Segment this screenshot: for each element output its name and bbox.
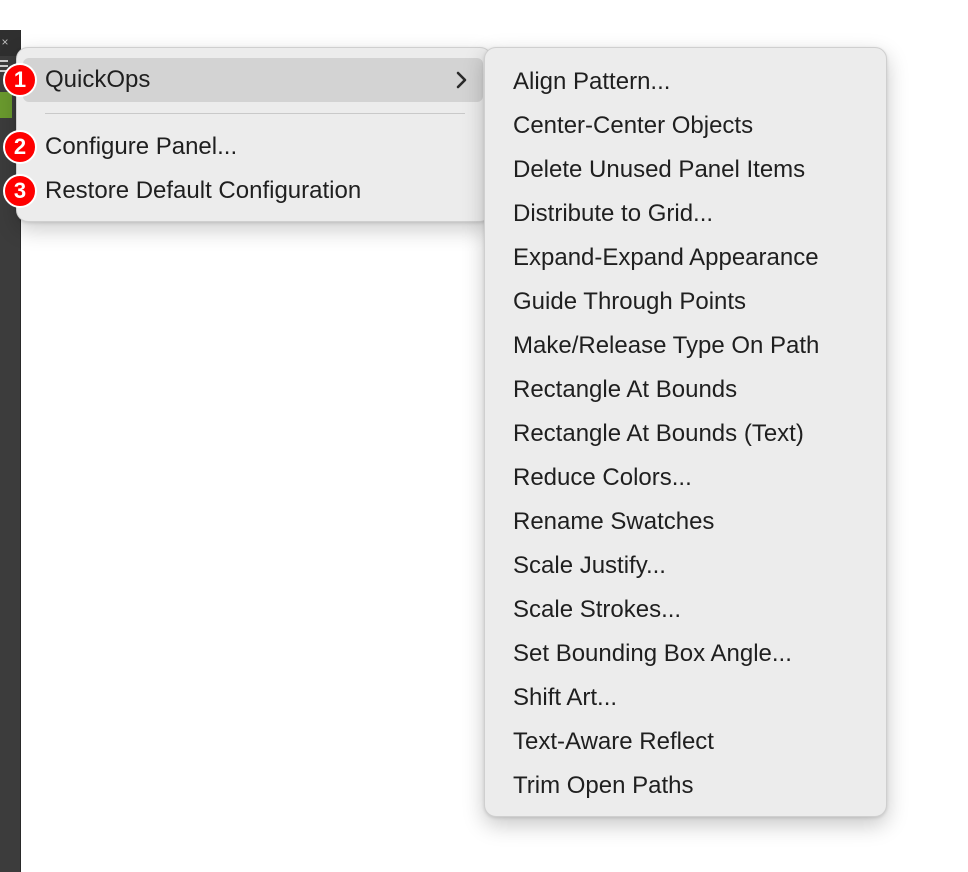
chevron-right-icon	[456, 71, 467, 89]
submenu-item-scale-strokes[interactable]: Scale Strokes...	[485, 588, 886, 632]
screen: × QuickOps Configure Panel... Restore De…	[0, 0, 968, 872]
menu-item-label: Configure Panel...	[45, 133, 238, 160]
submenu-item-delete-unused-panel-items[interactable]: Delete Unused Panel Items	[485, 148, 886, 192]
submenu-item-set-bounding-box-angle[interactable]: Set Bounding Box Angle...	[485, 632, 886, 676]
menu-separator	[45, 113, 465, 114]
submenu-item-align-pattern[interactable]: Align Pattern...	[485, 60, 886, 104]
quickops-submenu: Align Pattern... Center-Center Objects D…	[484, 47, 887, 817]
step-badge-3: 3	[3, 174, 37, 208]
submenu-item-trim-open-paths[interactable]: Trim Open Paths	[485, 764, 886, 808]
submenu-item-center-center-objects[interactable]: Center-Center Objects	[485, 104, 886, 148]
submenu-item-make-release-type-on-path[interactable]: Make/Release Type On Path	[485, 324, 886, 368]
submenu-item-rectangle-at-bounds[interactable]: Rectangle At Bounds	[485, 368, 886, 412]
menu-item-restore-default[interactable]: Restore Default Configuration	[23, 169, 483, 213]
menu-item-quickops[interactable]: QuickOps	[23, 58, 483, 102]
submenu-item-scale-justify[interactable]: Scale Justify...	[485, 544, 886, 588]
panel-accent-tab[interactable]	[0, 92, 12, 118]
context-menu: QuickOps Configure Panel... Restore Defa…	[16, 47, 492, 222]
menu-item-label: QuickOps	[45, 66, 151, 93]
submenu-item-reduce-colors[interactable]: Reduce Colors...	[485, 456, 886, 500]
submenu-item-expand-expand-appearance[interactable]: Expand-Expand Appearance	[485, 236, 886, 280]
submenu-item-shift-art[interactable]: Shift Art...	[485, 676, 886, 720]
menu-item-configure-panel[interactable]: Configure Panel...	[23, 125, 483, 169]
submenu-item-rename-swatches[interactable]: Rename Swatches	[485, 500, 886, 544]
submenu-item-text-aware-reflect[interactable]: Text-Aware Reflect	[485, 720, 886, 764]
submenu-item-rectangle-at-bounds-text[interactable]: Rectangle At Bounds (Text)	[485, 412, 886, 456]
submenu-item-distribute-to-grid[interactable]: Distribute to Grid...	[485, 192, 886, 236]
menu-item-label: Restore Default Configuration	[45, 177, 362, 204]
submenu-item-guide-through-points[interactable]: Guide Through Points	[485, 280, 886, 324]
step-badge-2: 2	[3, 130, 37, 164]
step-badge-1: 1	[3, 63, 37, 97]
submenu-list: Align Pattern... Center-Center Objects D…	[485, 60, 886, 808]
close-icon[interactable]: ×	[0, 36, 10, 48]
